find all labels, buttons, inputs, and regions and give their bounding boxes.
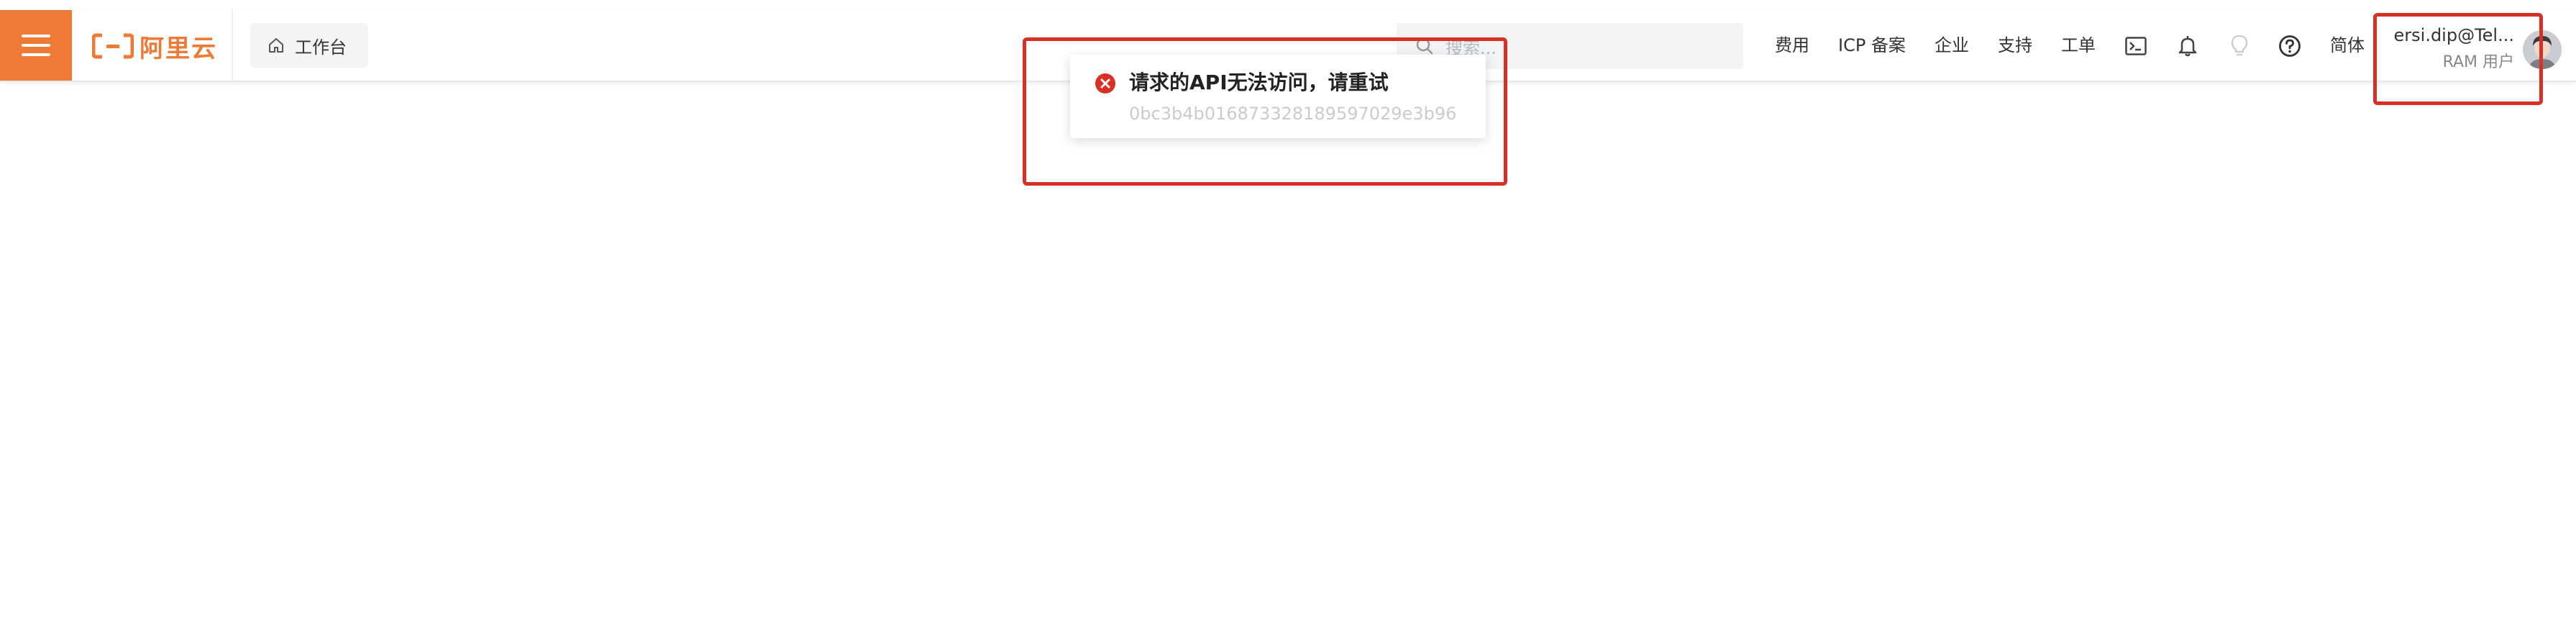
- cloud-shell-terminal-icon[interactable]: [2124, 35, 2147, 58]
- nav-ticket[interactable]: 工单: [2061, 35, 2096, 56]
- header-divider: [232, 10, 233, 81]
- window-top-strip: [0, 0, 2576, 10]
- aliyun-logo[interactable]: 阿里云: [92, 32, 217, 63]
- nav-fees[interactable]: 费用: [1775, 35, 1809, 56]
- help-question-icon[interactable]: [2278, 35, 2301, 58]
- hamburger-icon: [22, 35, 50, 56]
- bell-notification-icon[interactable]: [2176, 35, 2199, 58]
- aliyun-logo-mark-icon: [92, 33, 134, 59]
- hamburger-menu-button[interactable]: [0, 10, 72, 81]
- home-icon: [269, 38, 283, 53]
- nav-support[interactable]: 支持: [1998, 35, 2032, 56]
- user-highlight-box: [2373, 13, 2543, 105]
- language-switch[interactable]: 简体: [2330, 35, 2365, 56]
- nav-enterprise[interactable]: 企业: [1935, 35, 1969, 56]
- workbench-label: 工作台: [295, 37, 347, 58]
- lightbulb-icon[interactable]: [2228, 35, 2251, 58]
- error-highlight-box: [1023, 37, 1507, 186]
- logo-text: 阿里云: [140, 34, 217, 63]
- workbench-button[interactable]: 工作台: [250, 23, 368, 68]
- nav-icp-filing[interactable]: ICP 备案: [1838, 35, 1906, 56]
- console-page: 阿里云 工作台 搜索... 费用 ICP 备案 企业 支持 工单 简体 ersi…: [0, 0, 2576, 639]
